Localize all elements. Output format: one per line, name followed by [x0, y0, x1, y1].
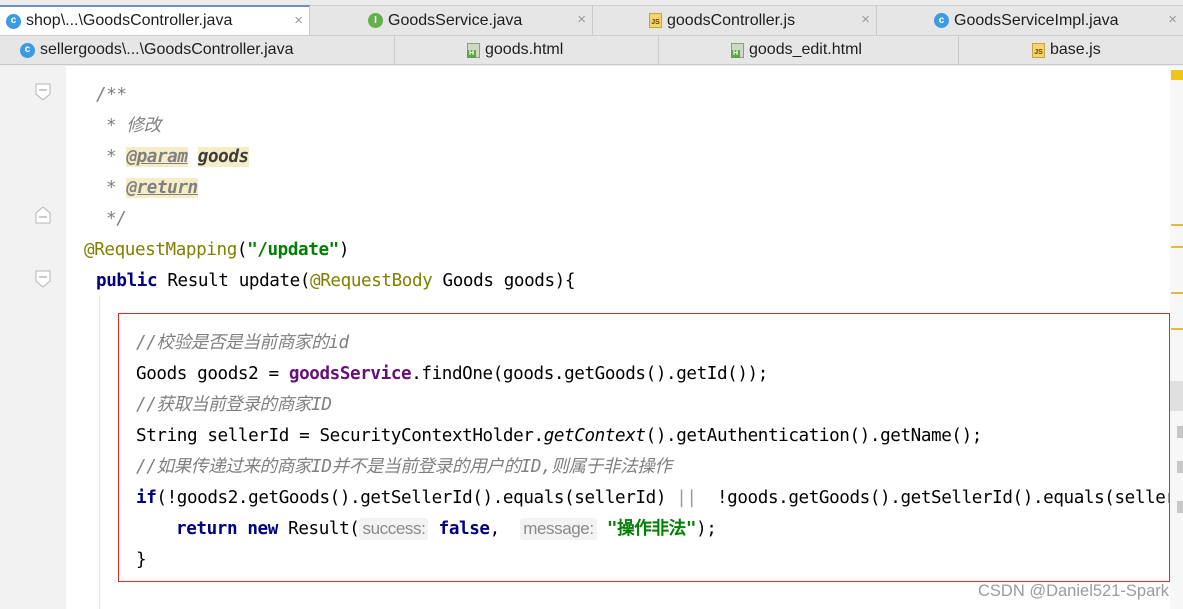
warning-marker[interactable]: [1171, 246, 1183, 248]
code-line: @RequestMapping("/update"): [84, 235, 349, 266]
editor-gutter: [0, 66, 66, 609]
warning-marker[interactable]: [1171, 224, 1183, 226]
close-icon[interactable]: ×: [577, 11, 586, 28]
doc-star: *: [106, 178, 117, 198]
warning-marker[interactable]: [1171, 328, 1183, 330]
paren: (: [236, 240, 248, 260]
request-mapping-annotation: @RequestMapping: [84, 240, 237, 260]
doc-comment-open: /**: [96, 85, 127, 105]
tab-label: base.js: [1050, 41, 1101, 58]
scroll-marker: [1177, 461, 1183, 473]
highlight-annotation-box: [118, 313, 1170, 582]
class-icon: c: [6, 13, 21, 29]
fold-marker-icon[interactable]: [34, 83, 52, 101]
close-icon[interactable]: ×: [294, 12, 303, 29]
editor-tab-bar: c shop\...\GoodsController.java × I Good…: [0, 0, 1183, 66]
tab-shop-goods-controller[interactable]: c shop\...\GoodsController.java ×: [0, 5, 310, 35]
doc-return-tag: @return: [126, 178, 198, 198]
doc-description: 修改: [126, 116, 161, 136]
html-file-icon: [467, 42, 480, 58]
class-icon: c: [20, 42, 35, 58]
class-icon: c: [934, 13, 949, 28]
code-line: * @param goods: [106, 142, 249, 173]
code-line: public Result update(@RequestBody Goods …: [96, 266, 575, 297]
code-line: /**: [96, 80, 127, 111]
fold-end-marker-icon[interactable]: [34, 206, 52, 224]
tab-base-js[interactable]: JS base.js: [959, 35, 1183, 65]
code-line: */: [106, 204, 127, 235]
doc-star: *: [106, 147, 117, 167]
tab-goods-controller-js[interactable]: JS goodsController.js ×: [593, 5, 877, 35]
inspection-status-icon[interactable]: [1171, 70, 1183, 80]
scroll-marker: [1177, 501, 1183, 513]
html-file-icon: [731, 42, 744, 58]
doc-comment-close: */: [106, 209, 127, 229]
scroll-marker: [1177, 426, 1183, 438]
tab-label: shop\...\GoodsController.java: [26, 12, 233, 29]
indent-guide: [99, 296, 100, 609]
tab-goods-service-impl[interactable]: c GoodsServiceImpl.java ×: [877, 5, 1183, 35]
tab-goods-service[interactable]: I GoodsService.java ×: [310, 5, 593, 35]
doc-param-tag: @param: [126, 147, 188, 167]
tab-label: goods_edit.html: [749, 41, 862, 58]
watermark: CSDN @Daniel521-Spark: [978, 582, 1169, 600]
doc-star: *: [106, 116, 117, 136]
close-icon[interactable]: ×: [1168, 11, 1177, 28]
javascript-file-icon: JS: [649, 13, 662, 28]
tab-label: GoodsServiceImpl.java: [954, 11, 1119, 29]
code-line: * @return: [106, 173, 198, 204]
tab-label: sellergoods\...\GoodsController.java: [40, 41, 294, 58]
code-line: * 修改: [106, 111, 161, 142]
scroll-thumb[interactable]: [1170, 381, 1183, 411]
fold-marker-icon[interactable]: [34, 270, 52, 288]
tab-goods-edit-html[interactable]: goods_edit.html: [659, 35, 959, 65]
tab-label: goods.html: [485, 41, 564, 58]
tab-label: GoodsService.java: [388, 11, 523, 29]
method-parameters: Goods goods){: [432, 271, 576, 291]
javascript-file-icon: JS: [1032, 42, 1045, 58]
request-body-annotation: @RequestBody: [310, 271, 433, 291]
error-stripe[interactable]: [1170, 66, 1183, 609]
paren: ): [338, 240, 350, 260]
tab-sellergoods-goods-controller[interactable]: c sellergoods\...\GoodsController.java: [0, 35, 395, 65]
tab-goods-html[interactable]: goods.html: [395, 35, 659, 65]
doc-param-name: goods: [197, 147, 249, 167]
method-signature: Result update(: [157, 271, 311, 291]
close-icon[interactable]: ×: [861, 11, 870, 28]
tab-label: goodsController.js: [667, 11, 796, 29]
mapping-path-string: "/update": [247, 240, 339, 260]
interface-icon: I: [368, 13, 383, 28]
warning-marker[interactable]: [1171, 292, 1183, 294]
keyword: public: [96, 271, 158, 291]
